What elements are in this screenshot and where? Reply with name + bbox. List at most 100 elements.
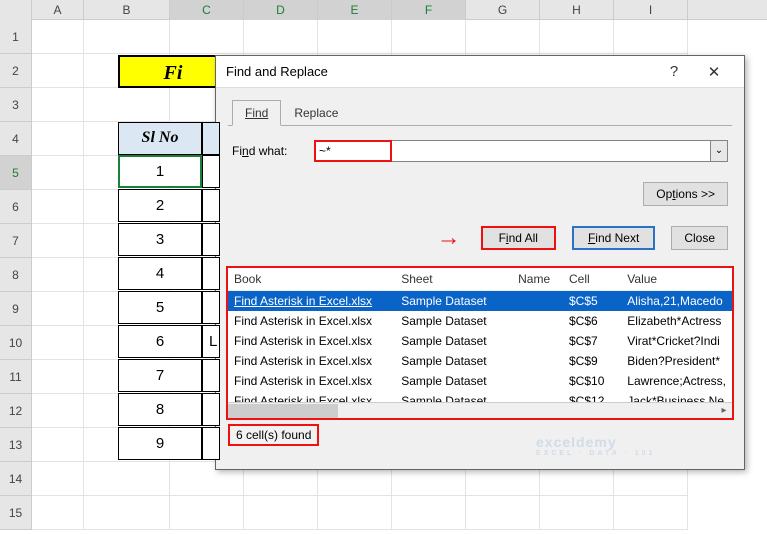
- cell-c-row6[interactable]: L: [202, 325, 220, 358]
- dialog-tabs: Find Replace: [232, 100, 744, 126]
- result-row[interactable]: Find Asterisk in Excel.xlsxSample Datase…: [228, 311, 732, 331]
- col-header-D[interactable]: D: [244, 0, 318, 20]
- result-row[interactable]: Find Asterisk in Excel.xlsxSample Datase…: [228, 331, 732, 351]
- result-book: Find Asterisk in Excel.xlsx: [228, 331, 395, 351]
- results-panel: Book Sheet Name Cell Value Find Asterisk…: [226, 266, 734, 420]
- result-book: Find Asterisk in Excel.xlsx: [228, 371, 395, 391]
- cell-c-row8[interactable]: [202, 393, 220, 426]
- cell-c-row1[interactable]: [202, 155, 220, 188]
- row-header-5[interactable]: 5: [0, 156, 32, 190]
- result-sheet: Sample Dataset: [395, 351, 512, 371]
- row-header-9[interactable]: 9: [0, 292, 32, 326]
- row-header-8[interactable]: 8: [0, 258, 32, 292]
- row-header-6[interactable]: 6: [0, 190, 32, 224]
- result-sheet: Sample Dataset: [395, 311, 512, 331]
- status-bar: 6 cell(s) found: [228, 424, 319, 446]
- result-value: Biden?President*: [621, 351, 732, 371]
- row-header-2[interactable]: 2: [0, 54, 32, 88]
- result-row[interactable]: Find Asterisk in Excel.xlsxSample Datase…: [228, 291, 732, 312]
- col-header-F[interactable]: F: [392, 0, 466, 20]
- find-next-button[interactable]: Find Next: [572, 226, 655, 250]
- tab-find[interactable]: Find: [232, 100, 281, 126]
- cell-slno-8[interactable]: 8: [118, 393, 202, 426]
- watermark-text: exceldemy: [536, 434, 617, 450]
- cell-c-row4[interactable]: [202, 257, 220, 290]
- results-table[interactable]: Book Sheet Name Cell Value Find Asterisk…: [228, 268, 732, 411]
- col-header-C[interactable]: C: [170, 0, 244, 20]
- cell-slno-7[interactable]: 7: [118, 359, 202, 392]
- help-icon[interactable]: ?: [654, 63, 694, 80]
- cell-c-row3[interactable]: [202, 223, 220, 256]
- results-body: Find Asterisk in Excel.xlsxSample Datase…: [228, 291, 732, 412]
- dialog-titlebar[interactable]: Find and Replace ? ✕: [216, 56, 744, 88]
- dialog-title: Find and Replace: [226, 64, 654, 79]
- col-header-A[interactable]: A: [32, 0, 84, 20]
- cell-slno-3[interactable]: 3: [118, 223, 202, 256]
- col-header-B[interactable]: B: [84, 0, 170, 20]
- result-cell: $C$7: [563, 331, 621, 351]
- row-header-4[interactable]: 4: [0, 122, 32, 156]
- row-header-10[interactable]: 10: [0, 326, 32, 360]
- tab-replace[interactable]: Replace: [281, 100, 351, 126]
- result-cell: $C$5: [563, 291, 621, 312]
- close-icon[interactable]: ✕: [694, 63, 734, 81]
- result-name: [512, 371, 563, 391]
- result-name: [512, 291, 563, 312]
- cell-slno-4[interactable]: 4: [118, 257, 202, 290]
- scroll-thumb[interactable]: [228, 404, 338, 418]
- col-header-H[interactable]: H: [540, 0, 614, 20]
- result-value: Alisha,21,Macedo: [621, 291, 732, 312]
- col-cell[interactable]: Cell: [563, 268, 621, 291]
- cell-c-row9[interactable]: [202, 427, 220, 460]
- select-all-corner[interactable]: [0, 0, 32, 20]
- find-replace-dialog: Find and Replace ? ✕ Find Replace Find w…: [215, 55, 745, 470]
- watermark-sub: EXCEL · DATA · 101: [536, 450, 655, 457]
- result-value: Virat*Cricket?Indi: [621, 331, 732, 351]
- find-what-label: Find what:: [232, 144, 304, 158]
- cell-slno-2[interactable]: 2: [118, 189, 202, 222]
- row-header-11[interactable]: 11: [0, 360, 32, 394]
- cell-c-row5[interactable]: [202, 291, 220, 324]
- cell-slno-5[interactable]: 5: [118, 291, 202, 324]
- row-header-3[interactable]: 3: [0, 88, 32, 122]
- cell-slno-9[interactable]: 9: [118, 427, 202, 460]
- row-header-14[interactable]: 14: [0, 462, 32, 496]
- col-value[interactable]: Value: [621, 268, 732, 291]
- result-row[interactable]: Find Asterisk in Excel.xlsxSample Datase…: [228, 371, 732, 391]
- result-name: [512, 311, 563, 331]
- find-all-button[interactable]: Find All: [481, 226, 556, 250]
- row-header-12[interactable]: 12: [0, 394, 32, 428]
- result-sheet: Sample Dataset: [395, 371, 512, 391]
- column-headers: ABCDEFGHI: [0, 0, 767, 20]
- results-hscroll[interactable]: ▸: [228, 402, 732, 418]
- result-name: [512, 331, 563, 351]
- result-name: [512, 351, 563, 371]
- cell-c-row7[interactable]: [202, 359, 220, 392]
- arrow-icon: →: [437, 224, 461, 252]
- result-sheet: Sample Dataset: [395, 331, 512, 351]
- result-sheet: Sample Dataset: [395, 291, 512, 312]
- row-header-15[interactable]: 15: [0, 496, 32, 530]
- find-what-input[interactable]: [314, 140, 728, 162]
- col-sheet[interactable]: Sheet: [395, 268, 512, 291]
- close-button[interactable]: Close: [671, 226, 728, 250]
- find-history-dropdown[interactable]: ⌄: [710, 140, 728, 162]
- col-name[interactable]: Name: [512, 268, 563, 291]
- result-book: Find Asterisk in Excel.xlsx: [228, 311, 395, 331]
- result-cell: $C$10: [563, 371, 621, 391]
- cell-slno-6[interactable]: 6: [118, 325, 202, 358]
- col-book[interactable]: Book: [228, 268, 395, 291]
- row-headers: 123456789101112131415: [0, 20, 32, 530]
- row-header-7[interactable]: 7: [0, 224, 32, 258]
- result-row[interactable]: Find Asterisk in Excel.xlsxSample Datase…: [228, 351, 732, 371]
- col-header-E[interactable]: E: [318, 0, 392, 20]
- col-header-I[interactable]: I: [614, 0, 688, 20]
- cell-c-row2[interactable]: [202, 189, 220, 222]
- options-button[interactable]: Options >>: [643, 182, 728, 206]
- row-header-13[interactable]: 13: [0, 428, 32, 462]
- col-header-G[interactable]: G: [466, 0, 540, 20]
- row-header-1[interactable]: 1: [0, 20, 32, 54]
- scroll-right-icon[interactable]: ▸: [716, 403, 732, 419]
- cell-slno-1[interactable]: 1: [118, 155, 202, 188]
- result-value: Lawrence;Actress,: [621, 371, 732, 391]
